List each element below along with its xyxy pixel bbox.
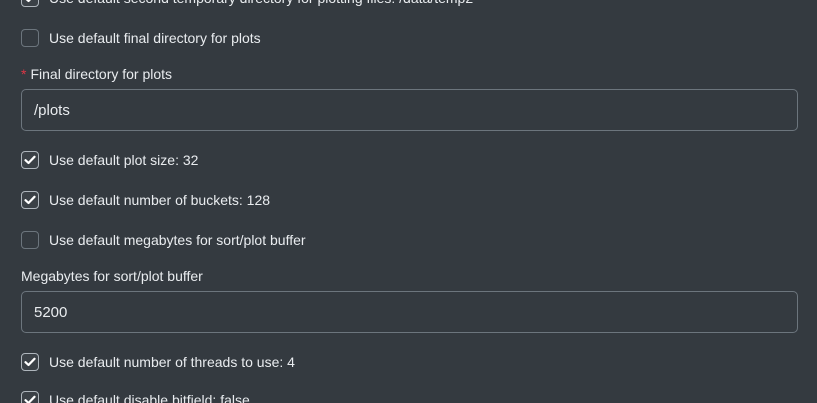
checkbox-label: Use default second temporary directory f… <box>49 0 473 8</box>
checkbox-label: Use default megabytes for sort/plot buff… <box>49 232 306 248</box>
checkbox-label: Use default number of threads to use: 4 <box>49 354 295 370</box>
check-icon <box>24 155 36 165</box>
checkbox-row-default-buckets[interactable]: Use default number of buckets: 128 <box>21 190 270 210</box>
required-mark: * <box>21 66 27 82</box>
plot-settings-form: Use default second temporary directory f… <box>0 0 817 403</box>
checkbox-default-plot-size[interactable] <box>21 151 39 169</box>
check-icon <box>24 395 36 403</box>
checkbox-row-default-threads[interactable]: Use default number of threads to use: 4 <box>21 352 295 372</box>
final-dir-label: * Final directory for plots <box>21 65 172 83</box>
checkbox-row-default-plot-size[interactable]: Use default plot size: 32 <box>21 150 198 170</box>
checkbox-default-threads[interactable] <box>21 353 39 371</box>
final-dir-label-text: Final directory for plots <box>30 66 173 82</box>
checkbox-default-buffer[interactable] <box>21 231 39 249</box>
checkbox-default-buckets[interactable] <box>21 191 39 209</box>
checkbox-label: Use default final directory for plots <box>49 30 261 46</box>
check-icon <box>24 195 36 205</box>
check-icon <box>25 0 31 3</box>
buffer-label: Megabytes for sort/plot buffer <box>21 268 203 284</box>
checkbox-row-default-bitfield[interactable]: Use default disable bitfield: false <box>21 390 250 403</box>
checkbox-label: Use default disable bitfield: false <box>49 392 250 403</box>
checkbox-default-final-dir[interactable] <box>21 29 39 47</box>
checkbox-default-temp2-dir[interactable] <box>21 0 39 7</box>
checkbox-row-default-final-dir[interactable]: Use default final directory for plots <box>21 28 261 48</box>
checkbox-default-bitfield[interactable] <box>21 391 39 403</box>
checkbox-row-default-temp2-dir[interactable]: Use default second temporary directory f… <box>21 0 473 8</box>
checkbox-row-default-buffer[interactable]: Use default megabytes for sort/plot buff… <box>21 230 306 250</box>
final-dir-input[interactable] <box>21 89 798 131</box>
buffer-input[interactable] <box>21 291 798 333</box>
checkbox-label: Use default plot size: 32 <box>49 152 199 168</box>
check-icon <box>24 357 36 367</box>
checkbox-label: Use default number of buckets: 128 <box>49 192 271 208</box>
